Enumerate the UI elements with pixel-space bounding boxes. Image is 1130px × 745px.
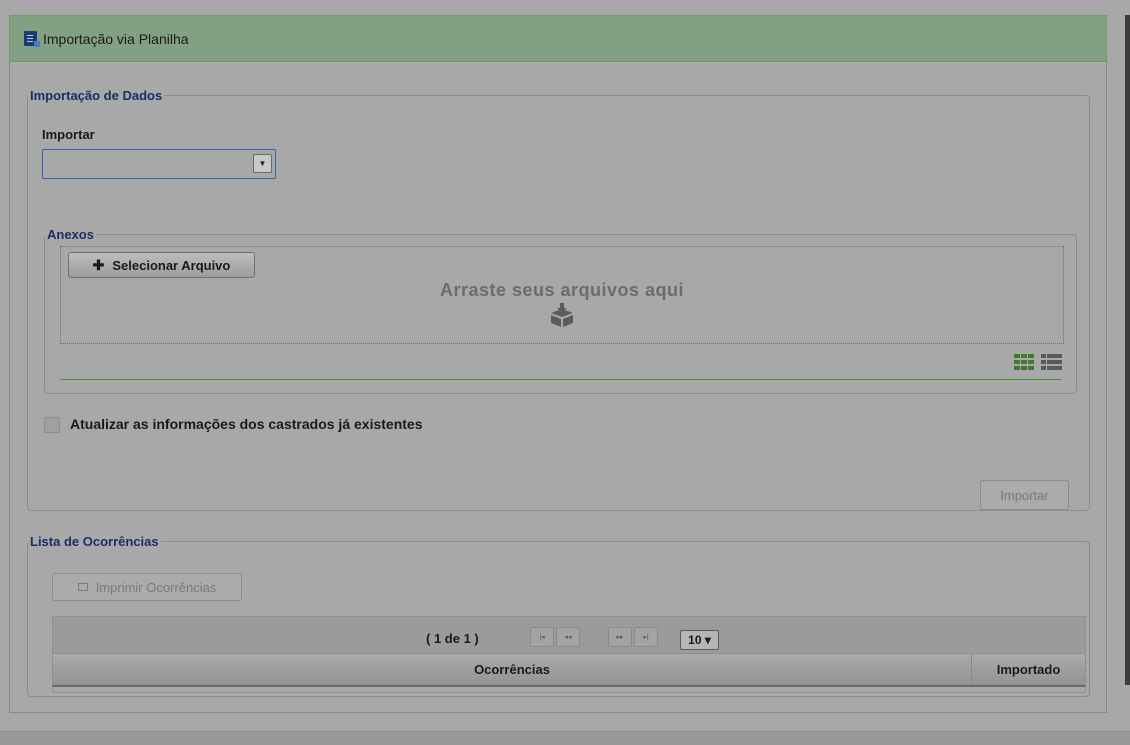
column-header-importado[interactable]: Importado bbox=[972, 654, 1085, 684]
select-file-button[interactable]: ✚ Selecionar Arquivo bbox=[68, 252, 255, 278]
lista-ocorrencias-fieldset: Lista de Ocorrências Imprimir Ocorrência… bbox=[27, 534, 1090, 697]
importar-select[interactable]: ▼ bbox=[42, 149, 276, 179]
scrollbar[interactable] bbox=[1125, 15, 1130, 685]
drop-hint-text: Arraste seus arquivos aqui bbox=[439, 280, 685, 300]
next-page-button[interactable]: ▸▸ bbox=[608, 627, 632, 647]
update-existing-checkbox[interactable] bbox=[44, 417, 60, 433]
import-panel: Importação via Planilha Importação de Da… bbox=[9, 15, 1107, 713]
view-toggle bbox=[1014, 354, 1062, 370]
plus-icon: ✚ bbox=[92, 256, 105, 273]
occurrences-table-body bbox=[52, 685, 1086, 693]
paginator: ( 1 de 1 ) |◂ ◂◂ ▸▸ ▸| 10 ▾ bbox=[52, 616, 1086, 654]
print-occurrences-button[interactable]: Imprimir Ocorrências bbox=[52, 573, 242, 601]
column-header-ocorrencias[interactable]: Ocorrências bbox=[53, 654, 972, 684]
select-file-label: Selecionar Arquivo bbox=[112, 257, 231, 273]
occurrences-table-header: Ocorrências Importado bbox=[52, 653, 1086, 685]
importacao-dados-legend: Importação de Dados bbox=[30, 88, 163, 103]
importacao-dados-fieldset: Importação de Dados Importar ▼ Anexos ✚ … bbox=[27, 88, 1090, 511]
upload-progress-divider bbox=[60, 379, 1061, 380]
prev-page-button[interactable]: ◂◂ bbox=[556, 627, 580, 647]
rows-per-page-select[interactable]: 10 ▾ bbox=[680, 630, 719, 650]
print-occurrences-label: Imprimir Ocorrências bbox=[95, 579, 217, 595]
first-page-button[interactable]: |◂ bbox=[530, 627, 554, 647]
panel-header: Importação via Planilha bbox=[10, 16, 1106, 62]
import-button[interactable]: Importar bbox=[980, 480, 1069, 510]
update-existing-label[interactable]: Atualizar as informações dos castrados j… bbox=[70, 416, 422, 432]
anexos-legend: Anexos bbox=[47, 227, 94, 242]
grid-view-icon[interactable] bbox=[1014, 354, 1035, 370]
list-view-icon[interactable] bbox=[1041, 354, 1062, 370]
panel-title: Importação via Planilha bbox=[43, 30, 189, 47]
file-drop-zone[interactable]: ✚ Selecionar Arquivo Arraste seus arquiv… bbox=[60, 246, 1064, 344]
anexos-fieldset: Anexos ✚ Selecionar Arquivo Arraste seus… bbox=[44, 227, 1077, 394]
spreadsheet-doc-icon bbox=[24, 31, 40, 47]
page-report: ( 1 de 1 ) bbox=[426, 631, 479, 646]
last-page-button[interactable]: ▸| bbox=[634, 627, 658, 647]
bottom-bar bbox=[0, 731, 1130, 745]
importar-label: Importar bbox=[42, 127, 95, 142]
box-download-icon bbox=[551, 303, 573, 327]
chevron-down-icon[interactable]: ▼ bbox=[253, 154, 272, 173]
printer-icon bbox=[77, 583, 88, 591]
lista-ocorrencias-legend: Lista de Ocorrências bbox=[30, 534, 159, 549]
